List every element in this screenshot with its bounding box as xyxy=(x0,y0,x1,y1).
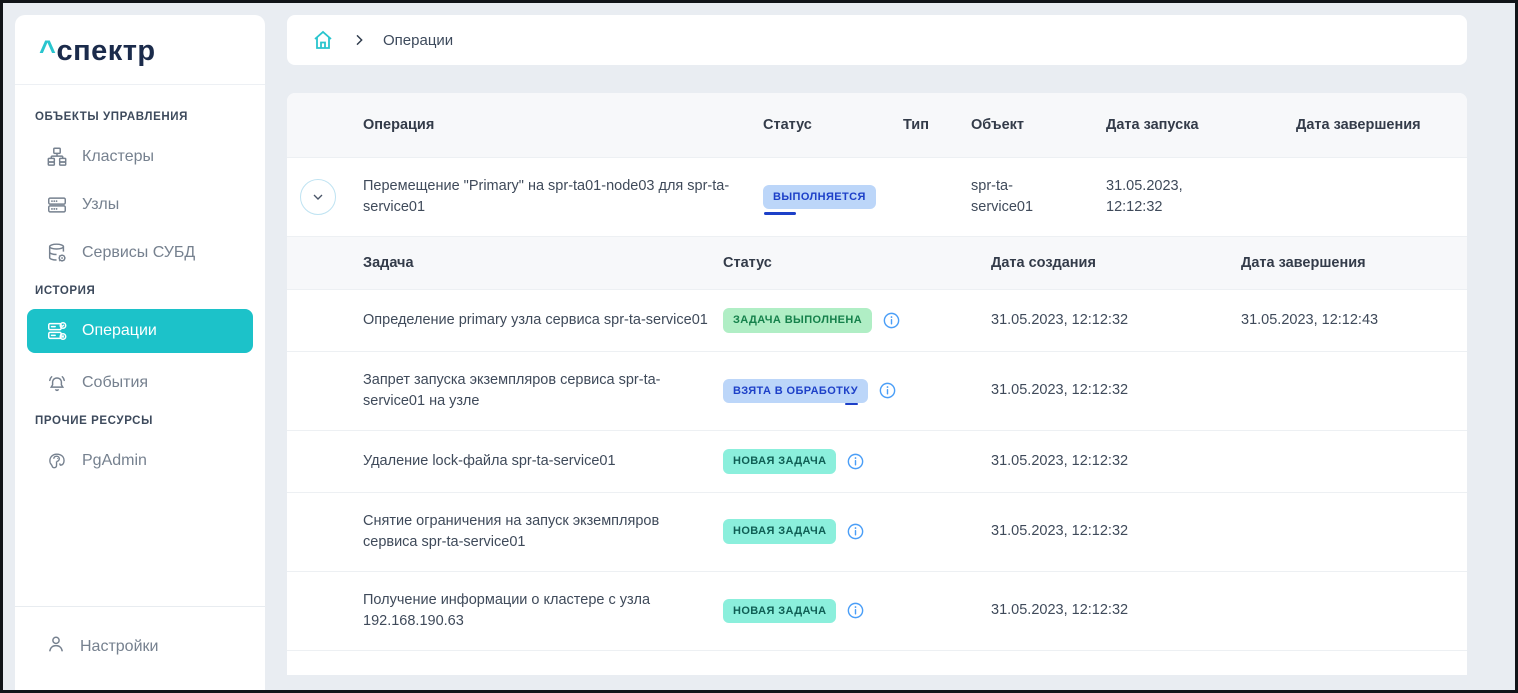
sidebar-item-label: Операции xyxy=(82,322,157,340)
col-task-finished: Дата завершения xyxy=(1241,237,1467,289)
task-row: Запрет запуска экземпляров сервиса spr-t… xyxy=(287,352,1467,431)
operation-status-cell: ВЫПОЛНЯЕТСЯ xyxy=(763,158,903,236)
col-type: Тип xyxy=(903,93,971,157)
info-icon[interactable] xyxy=(846,522,865,541)
operation-type xyxy=(903,158,971,236)
status-badge: ЗАДАЧА ВЫПОЛНЕНА xyxy=(723,308,872,333)
task-created: 31.05.2023, 12:12:32 xyxy=(991,572,1241,650)
section-title-other: ПРОЧИЕ РЕСУРСЫ xyxy=(15,407,265,437)
operations-icon xyxy=(45,319,69,343)
tasks-header-row: Задача Статус Дата создания Дата заверше… xyxy=(287,237,1467,290)
task-row: Определение primary узла сервиса spr-ta-… xyxy=(287,290,1467,352)
status-badge: НОВАЯ ЗАДАЧА xyxy=(723,599,836,624)
main-content: Операции Операция Статус Тип Объект Дата… xyxy=(287,15,1467,675)
task-status-cell: НОВАЯ ЗАДАЧА xyxy=(723,431,991,492)
col-started: Дата запуска xyxy=(1106,93,1296,157)
info-icon[interactable] xyxy=(882,311,901,330)
task-created: 31.05.2023, 12:12:32 xyxy=(991,493,1241,571)
col-task: Задача xyxy=(363,237,723,289)
task-status-cell: НОВАЯ ЗАДАЧА xyxy=(723,572,991,650)
logo-caret: ^ xyxy=(39,35,56,67)
task-status-cell: ВЗЯТА В ОБРАБОТКУ xyxy=(723,352,991,430)
logo: ^спектр xyxy=(15,15,265,85)
events-icon xyxy=(45,371,69,395)
logo-text: спектр xyxy=(56,35,155,67)
sidebar-item-label: Кластеры xyxy=(82,148,154,166)
breadcrumb: Операции xyxy=(287,15,1467,65)
nodes-icon xyxy=(45,193,69,217)
sidebar-nav: ОБЪЕКТЫ УПРАВЛЕНИЯ Кластеры xyxy=(15,85,265,606)
status-badge: НОВАЯ ЗАДАЧА xyxy=(723,449,836,474)
operations-header-row: Операция Статус Тип Объект Дата запуска … xyxy=(287,93,1467,158)
task-finished: 31.05.2023, 12:12:43 xyxy=(1241,290,1467,351)
task-finished xyxy=(1241,352,1467,430)
operation-started: 31.05.2023, 12:12:32 xyxy=(1106,158,1236,236)
task-name: Удаление lock-файла spr-ta-service01 xyxy=(363,431,723,492)
col-finished: Дата завершения xyxy=(1296,93,1436,157)
task-row: Удаление lock-файла spr-ta-service01 НОВ… xyxy=(287,431,1467,493)
table-bottom-spacer xyxy=(287,651,1467,675)
clusters-icon xyxy=(45,145,69,169)
db-services-icon xyxy=(45,241,69,265)
task-finished xyxy=(1241,431,1467,492)
operation-name: Перемещение "Primary" на spr-ta01-node03… xyxy=(363,158,763,236)
operations-table: Операция Статус Тип Объект Дата запуска … xyxy=(287,93,1467,675)
chevron-right-icon xyxy=(351,32,367,48)
sidebar-item-label: Сервисы СУБД xyxy=(82,244,195,262)
col-task-status: Статус xyxy=(723,237,991,289)
task-created: 31.05.2023, 12:12:32 xyxy=(991,431,1241,492)
task-finished xyxy=(1241,493,1467,571)
sidebar: ^спектр ОБЪЕКТЫ УПРАВЛЕНИЯ Кластеры xyxy=(15,15,265,690)
sidebar-item-db-services[interactable]: Сервисы СУБД xyxy=(15,229,265,277)
task-status-cell: ЗАДАЧА ВЫПОЛНЕНА xyxy=(723,290,991,351)
info-icon[interactable] xyxy=(878,381,897,400)
settings-label: Настройки xyxy=(80,638,158,656)
sidebar-item-nodes[interactable]: Узлы xyxy=(15,181,265,229)
header-spacer xyxy=(287,93,363,157)
section-title-objects: ОБЪЕКТЫ УПРАВЛЕНИЯ xyxy=(15,103,265,133)
sidebar-item-operations[interactable]: Операции xyxy=(27,309,253,353)
sidebar-item-pgadmin[interactable]: PgAdmin xyxy=(15,437,265,485)
status-badge: ВЗЯТА В ОБРАБОТКУ xyxy=(723,379,868,404)
sidebar-item-label: Узлы xyxy=(82,196,119,214)
task-name: Получение информации о кластере с узла 1… xyxy=(363,572,723,650)
sidebar-item-label: PgAdmin xyxy=(82,452,147,470)
task-name: Определение primary узла сервиса spr-ta-… xyxy=(363,290,723,351)
breadcrumb-current: Операции xyxy=(383,32,453,49)
section-title-history: ИСТОРИЯ xyxy=(15,277,265,307)
operation-finished xyxy=(1296,158,1467,236)
expand-cell xyxy=(287,158,363,236)
task-name: Снятие ограничения на запуск экземпляров… xyxy=(363,493,723,571)
info-icon[interactable] xyxy=(846,452,865,471)
col-created: Дата создания xyxy=(991,237,1241,289)
app-window: ^спектр ОБЪЕКТЫ УПРАВЛЕНИЯ Кластеры xyxy=(0,0,1518,693)
sidebar-item-label: События xyxy=(82,374,148,392)
col-status: Статус xyxy=(763,93,903,157)
task-finished xyxy=(1241,572,1467,650)
col-object: Объект xyxy=(971,93,1106,157)
sidebar-item-settings[interactable]: Настройки xyxy=(15,606,265,690)
operation-row: Перемещение "Primary" на spr-ta01-node03… xyxy=(287,158,1467,237)
task-created: 31.05.2023, 12:12:32 xyxy=(991,352,1241,430)
home-icon[interactable] xyxy=(311,28,335,52)
header-spacer xyxy=(287,237,363,289)
sidebar-item-events[interactable]: События xyxy=(15,359,265,407)
operation-object: spr-ta-service01 xyxy=(971,158,1081,236)
task-row: Снятие ограничения на запуск экземпляров… xyxy=(287,493,1467,572)
task-row: Получение информации о кластере с узла 1… xyxy=(287,572,1467,651)
task-status-cell: НОВАЯ ЗАДАЧА xyxy=(723,493,991,571)
status-badge: ВЫПОЛНЯЕТСЯ xyxy=(763,185,876,210)
user-icon xyxy=(45,633,67,660)
pgadmin-icon xyxy=(45,449,69,473)
task-created: 31.05.2023, 12:12:32 xyxy=(991,290,1241,351)
col-operation: Операция xyxy=(363,93,763,157)
sidebar-item-clusters[interactable]: Кластеры xyxy=(15,133,265,181)
task-name: Запрет запуска экземпляров сервиса spr-t… xyxy=(363,352,723,430)
status-badge: НОВАЯ ЗАДАЧА xyxy=(723,519,836,544)
collapse-row-button[interactable] xyxy=(300,179,336,215)
info-icon[interactable] xyxy=(846,601,865,620)
